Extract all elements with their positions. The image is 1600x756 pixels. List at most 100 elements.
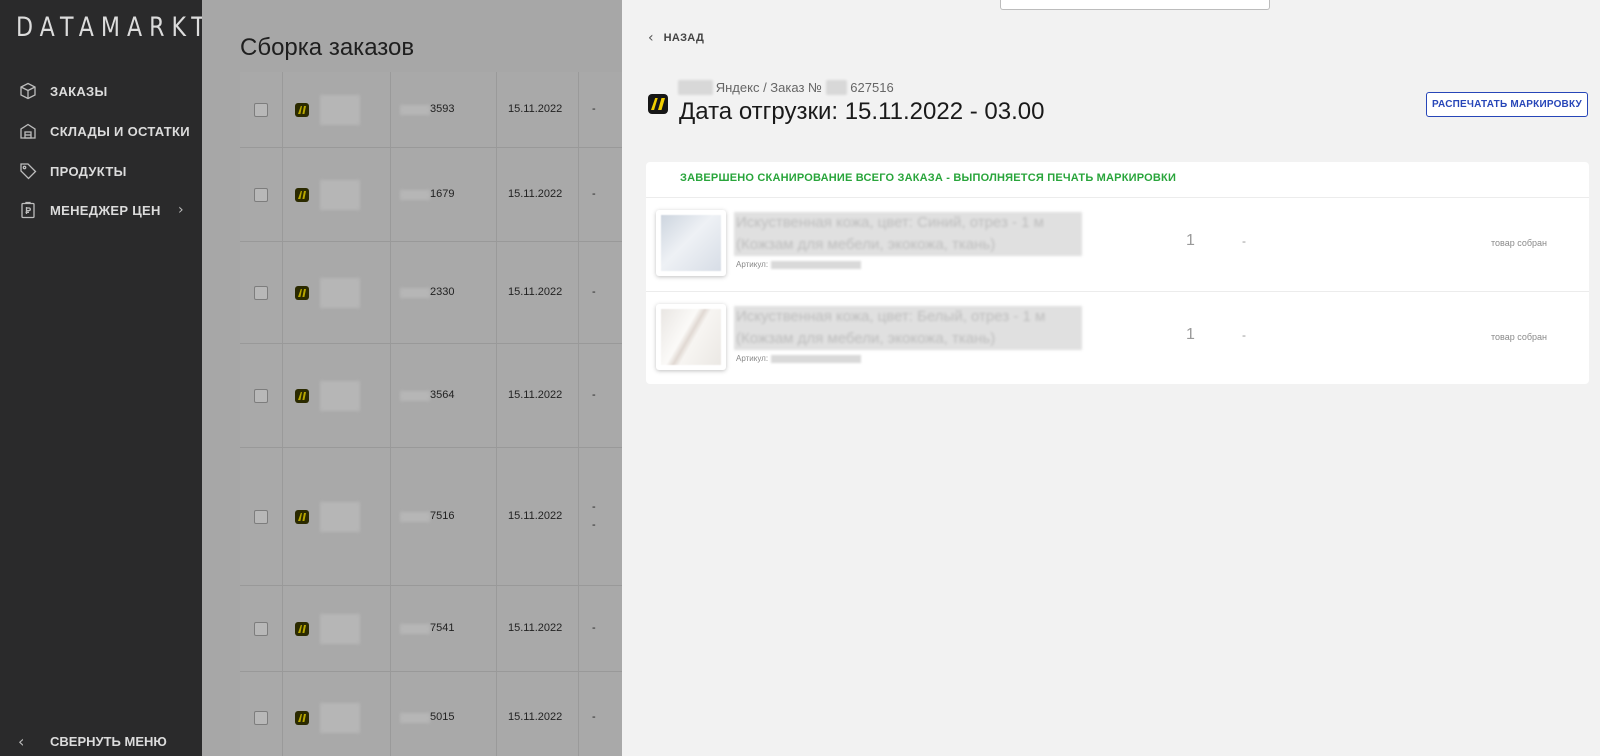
sidebar-item-warehouses[interactable]: СКЛАДЫ И ОСТАТКИ — [0, 115, 202, 147]
order-extra: - — [592, 711, 596, 723]
table-row[interactable]: 7516 15.11.2022 - - — [240, 448, 640, 586]
app-logo[interactable]: DATAMARKT — [16, 12, 212, 43]
row-checkbox[interactable] — [254, 103, 268, 117]
row-checkbox[interactable] — [254, 389, 268, 403]
shop-name-redacted — [320, 502, 360, 532]
order-number: 3564 — [430, 389, 455, 401]
product-sku: Артикул: — [736, 354, 862, 363]
print-labels-button[interactable]: РАСПЕЧАТАТЬ МАРКИРОВКУ — [1426, 92, 1588, 117]
order-date: 15.11.2022 — [508, 389, 563, 401]
product-thumbnail[interactable] — [656, 210, 726, 276]
yandex-market-icon — [648, 94, 668, 114]
item-quantity: 1 — [1186, 326, 1195, 343]
sidebar-item-label: МЕНЕДЖЕР ЦЕН — [50, 202, 161, 218]
collapse-menu-button[interactable]: ‹ СВЕРНУТЬ МЕНЮ — [0, 726, 202, 756]
box-icon — [18, 81, 38, 101]
dropdown-edge — [1000, 0, 1270, 10]
shipment-date-title: Дата отгрузки: 15.11.2022 - 03.00 — [679, 98, 1045, 125]
order-number: 1679 — [430, 188, 455, 200]
status-message: ЗАВЕРШЕНО СКАНИРОВАНИЕ ВСЕГО ЗАКАЗА - ВЫ… — [680, 172, 1177, 184]
back-button[interactable]: ‹ НАЗАД — [648, 30, 704, 46]
table-row[interactable]: 1679 15.11.2022 - — [240, 148, 640, 242]
product-sku: Артикул: — [736, 260, 862, 269]
shop-name-redacted — [320, 614, 360, 644]
order-number: 2330 — [430, 286, 455, 298]
order-items-card: ЗАВЕРШЕНО СКАНИРОВАНИЕ ВСЕГО ЗАКАЗА - ВЫ… — [646, 162, 1589, 384]
shop-name-redacted — [320, 180, 360, 210]
row-checkbox[interactable] — [254, 286, 268, 300]
order-extra: - — [592, 389, 596, 401]
row-checkbox[interactable] — [254, 711, 268, 725]
sidebar-item-label: ЗАКАЗЫ — [50, 83, 108, 99]
collapse-menu-label: СВЕРНУТЬ МЕНЮ — [50, 734, 167, 749]
order-number: 7541 — [430, 622, 455, 634]
order-date: 15.11.2022 — [508, 188, 563, 200]
row-checkbox[interactable] — [254, 188, 268, 202]
order-extra: - — [592, 286, 596, 298]
item-dash: - — [1242, 328, 1246, 342]
order-prefix-redacted — [400, 624, 430, 634]
item-quantity: 1 — [1186, 232, 1195, 249]
sidebar-item-products[interactable]: ПРОДУКТЫ — [0, 155, 202, 187]
product-name: Искуственная кожа, цвет: Белый, отрез - … — [734, 306, 1082, 350]
shop-name-redacted — [320, 278, 360, 308]
order-date: 15.11.2022 — [508, 103, 563, 115]
row-checkbox[interactable] — [254, 622, 268, 636]
warehouse-icon — [18, 121, 38, 141]
order-prefix-redacted — [400, 391, 430, 401]
chevron-right-icon: › — [178, 202, 184, 218]
order-extra: - — [592, 519, 596, 531]
yandex-market-icon — [295, 510, 309, 524]
item-status: товар собран — [1491, 238, 1547, 248]
table-row[interactable]: 7541 15.11.2022 - — [240, 586, 640, 672]
order-meta: Кукла Яндекс / Заказ № 134627516 — [678, 80, 894, 95]
sidebar: DATAMARKT ЗАКАЗЫ СКЛАДЫ И ОСТАТКИ ПРОДУК… — [0, 0, 205, 756]
marketplace-name: Яндекс — [715, 80, 760, 95]
tag-icon — [18, 161, 38, 181]
yandex-market-icon — [295, 188, 309, 202]
shop-name-redacted — [320, 381, 360, 411]
item-dash: - — [1242, 234, 1246, 248]
yandex-market-icon — [295, 711, 309, 725]
order-prefix-redacted — [400, 190, 430, 200]
table-row[interactable]: 3593 15.11.2022 - — [240, 72, 640, 148]
order-number: 627516 — [850, 80, 894, 95]
page-title: Сборка заказов — [240, 34, 415, 61]
order-prefix-redacted — [400, 713, 430, 723]
sidebar-item-label: ПРОДУКТЫ — [50, 163, 127, 179]
row-checkbox[interactable] — [254, 510, 268, 524]
sidebar-item-label: СКЛАДЫ И ОСТАТКИ — [50, 123, 190, 139]
order-extra: - — [592, 622, 596, 634]
product-thumbnail[interactable] — [656, 304, 726, 370]
order-number: 3593 — [430, 103, 455, 115]
chevron-left-icon: ‹ — [18, 732, 25, 751]
yandex-market-icon — [295, 622, 309, 636]
table-row[interactable]: 5015 15.11.2022 - — [240, 672, 640, 756]
order-date: 15.11.2022 — [508, 622, 563, 634]
order-prefix-redacted — [400, 288, 430, 298]
product-name: Искуственная кожа, цвет: Синий, отрез - … — [734, 212, 1082, 256]
shop-name-redacted: Кукла — [678, 80, 713, 95]
chevron-left-icon: ‹ — [648, 30, 654, 46]
order-number: 5015 — [430, 711, 455, 723]
order-date: 15.11.2022 — [508, 711, 563, 723]
yandex-market-icon — [295, 286, 309, 300]
order-prefix-redacted — [400, 512, 430, 522]
order-extra: - — [592, 103, 596, 115]
sidebar-item-orders[interactable]: ЗАКАЗЫ — [0, 75, 202, 107]
price-list-icon — [18, 200, 38, 220]
yandex-market-icon — [295, 389, 309, 403]
back-label: НАЗАД — [663, 32, 705, 44]
order-extra: - — [592, 188, 596, 200]
order-details-drawer: ‹ НАЗАД Кукла Яндекс / Заказ № 134627516… — [622, 0, 1600, 756]
shop-name-redacted — [320, 95, 360, 125]
order-date: 15.11.2022 — [508, 286, 563, 298]
table-row[interactable]: 2330 15.11.2022 - — [240, 242, 640, 344]
item-status: товар собран — [1491, 332, 1547, 342]
sidebar-item-price-manager[interactable]: МЕНЕДЖЕР ЦЕН › — [0, 194, 202, 226]
main-content: Сборка заказов 3593 15.11.2022 - 1679 15.11.… — [202, 0, 640, 756]
table-row[interactable]: 3564 15.11.2022 - — [240, 344, 640, 448]
order-prefix: / Заказ № — [763, 80, 822, 95]
order-number: 7516 — [430, 510, 455, 522]
yandex-market-icon — [295, 103, 309, 117]
